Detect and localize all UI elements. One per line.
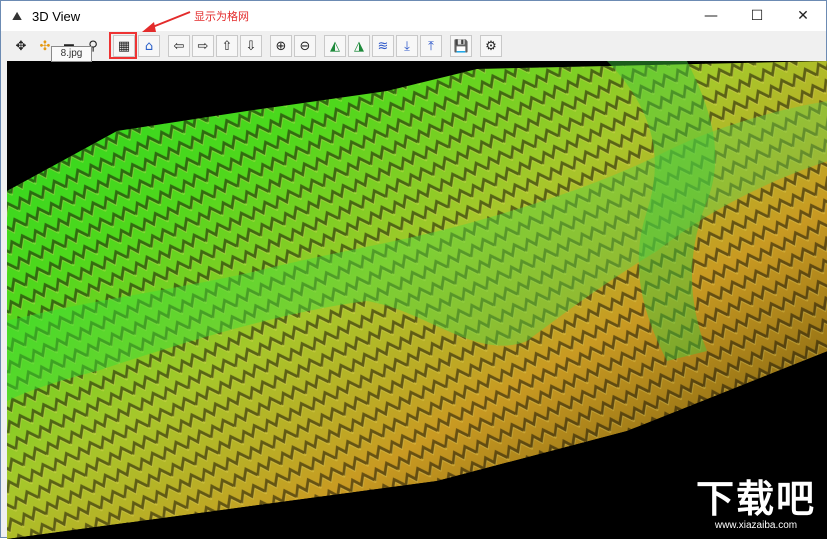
home-icon: ⌂ [144,38,154,54]
show-grid-highlight [109,32,137,59]
arrow-up-icon: ⇧ [221,38,233,54]
tooltip: 8.jpg [51,46,92,62]
down-bar-icon: ⤓ [404,38,410,54]
move-up-button[interactable]: ⇧ [216,35,238,57]
arrow-right-icon: ⇨ [197,38,209,54]
watermark-logo-text: 下载吧 [695,477,816,521]
home-button[interactable]: ⌂ [138,35,160,57]
close-button[interactable]: ✕ [780,1,826,31]
raise-button[interactable]: ⤒ [420,35,442,57]
zoom-out-icon: ⊖ [299,38,311,54]
move-cross-icon: ✥ [15,38,27,54]
terrain-render[interactable] [7,61,827,539]
arrow-down-icon: ⇩ [245,38,257,54]
settings-button[interactable]: ⚙ [480,35,502,57]
orange-move-icon: ✣ [39,38,51,54]
move-right-button[interactable]: ⇨ [192,35,214,57]
move-down-button[interactable]: ⇩ [240,35,262,57]
zoom-in-icon: ⊕ [275,38,287,54]
terrain-icon: ◮ [354,38,364,54]
water-view-button[interactable]: ≋ [372,35,394,57]
lower-button[interactable]: ⤓ [396,35,418,57]
annotation-label: 显示为格网 [194,11,249,23]
watermark: 下载吧 www.xiazaiba.com [687,478,825,536]
terrain-view-1-button[interactable]: ◭ [324,35,346,57]
pan-button[interactable]: ✥ [10,35,32,57]
window-title: 3D View [32,8,81,24]
watermark-url: www.xiazaiba.com [714,520,798,531]
terrain-view-2-button[interactable]: ◮ [348,35,370,57]
maximize-button[interactable]: ☐ [734,1,780,31]
gear-icon: ⚙ [485,38,497,54]
save-button[interactable]: 💾 [450,35,472,57]
arrow-left-icon: ⇦ [173,38,185,54]
floppy-disk-icon: 💾 [453,39,469,53]
zoom-in-button[interactable]: ⊕ [270,35,292,57]
title-bar[interactable]: ⛰ 3D View — ☐ ✕ [1,1,826,31]
annotation-arrow-icon [142,11,191,32]
terrain-icon: ◭ [330,38,340,54]
minimize-button[interactable]: — [688,1,734,31]
zoom-out-button[interactable]: ⊖ [294,35,316,57]
move-left-button[interactable]: ⇦ [168,35,190,57]
3d-view-window: ⛰ 3D View — ☐ ✕ ✥ ✣ ▬ ⚲ ▦ ⌂ ⇦ ⇨ ⇧ ⇩ ⊕ ⊖ … [0,0,827,539]
water-icon: ≋ [377,38,389,54]
terrain-app-icon: ⛰ [11,9,23,23]
up-bar-icon: ⤒ [428,38,434,54]
3d-terrain-viewport[interactable]: 下载吧 www.xiazaiba.com [7,61,827,539]
